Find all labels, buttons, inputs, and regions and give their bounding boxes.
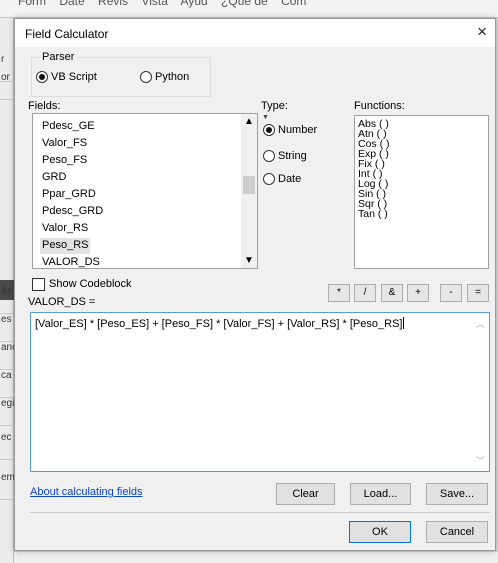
close-icon[interactable]: × bbox=[477, 23, 487, 41]
radio-label: Python bbox=[155, 71, 190, 83]
about-calculating-fields-link[interactable]: About calculating fields bbox=[30, 486, 143, 498]
field-item[interactable]: VALOR_DS bbox=[40, 255, 102, 268]
menu-date[interactable]: Date bbox=[59, 0, 84, 8]
app-side-panel: r or Ar es ano ca egi ec em bbox=[0, 18, 14, 563]
radio-selected-icon bbox=[263, 124, 275, 136]
side-cell: ec bbox=[0, 432, 14, 460]
radio-unselected-icon bbox=[140, 71, 152, 83]
field-item[interactable]: Pdesc_GE bbox=[40, 119, 97, 135]
functions-list[interactable]: Abs ( ) Atn ( ) Cos ( ) Exp ( ) Fix ( ) … bbox=[354, 115, 489, 269]
field-item[interactable]: Ppar_GRD bbox=[40, 187, 98, 203]
fields-list[interactable]: Pdesc_GE Valor_FS Peso_FS GRD Ppar_GRD P… bbox=[32, 113, 258, 269]
load-button[interactable]: Load... bbox=[350, 483, 411, 505]
target-field-label: VALOR_DS = bbox=[28, 296, 96, 308]
menu-revis[interactable]: Revis bbox=[98, 0, 128, 8]
radio-label: Date bbox=[278, 173, 302, 185]
side-cell: or bbox=[0, 72, 14, 100]
function-item[interactable]: Tan ( ) bbox=[358, 209, 388, 220]
show-codeblock-checkbox[interactable] bbox=[32, 278, 45, 291]
menu-share[interactable]: Com bbox=[281, 0, 306, 8]
dialog-titlebar[interactable]: Field Calculator × bbox=[15, 19, 495, 47]
radio-unselected-icon bbox=[263, 150, 275, 162]
side-cell: es bbox=[0, 314, 14, 342]
menu-vista[interactable]: Vista bbox=[141, 0, 167, 8]
scroll-up-icon[interactable]: ︿ bbox=[476, 317, 485, 330]
field-item[interactable]: Valor_FS bbox=[40, 136, 89, 152]
concat-button[interactable]: & bbox=[381, 284, 403, 302]
scroll-up-icon[interactable]: ▲ bbox=[244, 116, 254, 127]
side-cell: em bbox=[0, 472, 14, 500]
field-item[interactable]: Pdesc_GRD bbox=[40, 204, 105, 220]
field-item[interactable]: Peso_FS bbox=[40, 153, 89, 169]
side-cell: ano bbox=[0, 342, 14, 370]
show-codeblock-label: Show Codeblock bbox=[49, 278, 132, 290]
radio-label: Number bbox=[278, 124, 318, 136]
multiply-button[interactable]: * bbox=[328, 284, 350, 302]
menu-form[interactable]: Form bbox=[18, 0, 46, 8]
parser-legend: Parser bbox=[40, 51, 77, 63]
type-label: Type: bbox=[261, 100, 288, 112]
app-menu: Form Date Revis Vista Ayud ¿Qué de Com bbox=[18, 0, 316, 8]
parser-group: Parser VB Script Python bbox=[31, 51, 211, 97]
equals-button[interactable]: = bbox=[467, 284, 489, 302]
menu-search[interactable]: ¿Qué de bbox=[221, 0, 268, 8]
dialog-title: Field Calculator bbox=[25, 27, 109, 41]
scroll-down-icon[interactable]: ▼ bbox=[244, 255, 254, 266]
side-cell: Ar bbox=[0, 286, 14, 314]
plus-button[interactable]: + bbox=[407, 284, 429, 302]
app-menu-bar: Form Date Revis Vista Ayud ¿Qué de Com bbox=[0, 0, 498, 18]
clear-button[interactable]: Clear bbox=[276, 483, 335, 505]
radio-label: VB Script bbox=[51, 71, 97, 83]
divide-button[interactable]: / bbox=[354, 284, 376, 302]
save-button[interactable]: Save... bbox=[426, 483, 488, 505]
scroll-thumb[interactable] bbox=[243, 176, 255, 194]
radio-selected-icon bbox=[36, 71, 48, 83]
dropdown-arrow-icon: ▼ bbox=[262, 114, 269, 121]
radio-unselected-icon bbox=[263, 173, 275, 185]
radio-date[interactable]: Date bbox=[263, 173, 301, 185]
radio-number[interactable]: Number bbox=[263, 124, 317, 136]
radio-python[interactable]: Python bbox=[140, 71, 189, 83]
field-item[interactable]: Valor_RS bbox=[40, 221, 90, 237]
menu-ayuda[interactable]: Ayud bbox=[181, 0, 208, 8]
radio-vb-script[interactable]: VB Script bbox=[36, 71, 97, 83]
field-item-selected[interactable]: Peso_RS bbox=[40, 238, 91, 254]
expression-line: [Valor_ES] * [Peso_ES] + [Peso_FS] * [Va… bbox=[35, 317, 405, 330]
side-cell: ca bbox=[0, 370, 14, 398]
field-item[interactable]: GRD bbox=[40, 170, 68, 186]
field-calculator-dialog: Field Calculator × Parser VB Script Pyth… bbox=[14, 18, 496, 551]
expression-text: [Valor_ES] * [Peso_ES] + [Peso_FS] * [Va… bbox=[35, 318, 403, 330]
fields-label: Fields: bbox=[28, 100, 61, 112]
radio-label: String bbox=[278, 150, 307, 162]
fields-scrollbar[interactable]: ▲ ▼ bbox=[241, 114, 257, 268]
divider bbox=[30, 512, 490, 513]
app-status-strip bbox=[14, 551, 498, 563]
radio-string[interactable]: String bbox=[263, 150, 307, 162]
expression-editor[interactable]: [Valor_ES] * [Peso_ES] + [Peso_FS] * [Va… bbox=[30, 312, 490, 472]
cancel-button[interactable]: Cancel bbox=[426, 521, 488, 543]
scroll-down-icon[interactable]: ﹀ bbox=[476, 454, 485, 467]
functions-label: Functions: bbox=[354, 100, 405, 112]
minus-button[interactable]: - bbox=[440, 284, 462, 302]
side-cell: egi bbox=[0, 398, 14, 426]
ok-button[interactable]: OK bbox=[349, 521, 411, 543]
text-caret bbox=[403, 317, 405, 329]
